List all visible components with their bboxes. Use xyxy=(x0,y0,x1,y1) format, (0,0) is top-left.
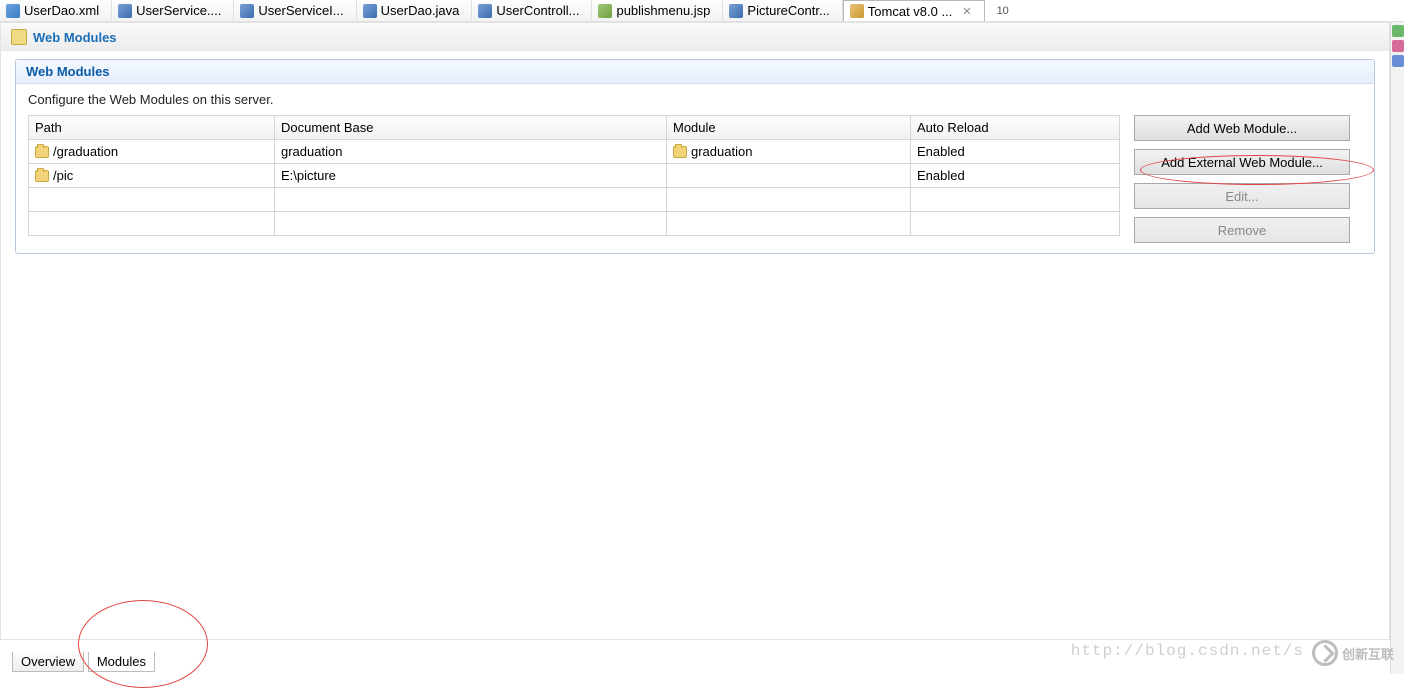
logo-icon xyxy=(1312,640,1338,666)
rt-icon-1[interactable] xyxy=(1392,25,1404,37)
folder-icon xyxy=(35,170,49,182)
column-header[interactable]: Path xyxy=(29,116,275,140)
editor-tab[interactable]: UserDao.java xyxy=(357,0,473,22)
rt-icon-3[interactable] xyxy=(1392,55,1404,67)
tab-label: publishmenu.jsp xyxy=(616,3,710,18)
modules-table[interactable]: PathDocument BaseModuleAuto Reload /grad… xyxy=(28,115,1120,236)
add-external-web-module-button[interactable]: Add External Web Module... xyxy=(1134,149,1350,175)
rt-icon-2[interactable] xyxy=(1392,40,1404,52)
tab-label: UserDao.xml xyxy=(24,3,99,18)
folder-icon xyxy=(35,146,49,158)
tab-overview[interactable]: Overview xyxy=(12,652,84,672)
column-header[interactable]: Auto Reload xyxy=(911,116,1120,140)
table-header-row: PathDocument BaseModuleAuto Reload xyxy=(29,116,1120,140)
tab-label: UserServiceI... xyxy=(258,3,343,18)
table-row-empty xyxy=(29,188,1120,212)
tab-counter: 10 xyxy=(985,5,1009,17)
button-column: Add Web Module... Add External Web Modul… xyxy=(1134,115,1350,243)
tab-label: UserControll... xyxy=(496,3,579,18)
editor-tab[interactable]: UserService.... xyxy=(112,0,234,22)
file-type-icon xyxy=(478,4,492,18)
cell-path: /graduation xyxy=(53,144,118,159)
tab-label: Tomcat v8.0 ... xyxy=(868,4,953,19)
file-type-icon xyxy=(6,4,20,18)
table-row-empty xyxy=(29,212,1120,236)
editor-main: Web Modules Web Modules Configure the We… xyxy=(0,22,1390,640)
table-row[interactable]: /graduation graduation graduation Enabled xyxy=(29,140,1120,164)
column-header[interactable]: Module xyxy=(667,116,911,140)
folder-icon xyxy=(673,146,687,158)
editor-tab[interactable]: PictureContr... xyxy=(723,0,842,22)
add-web-module-button[interactable]: Add Web Module... xyxy=(1134,115,1350,141)
logo-text: 创新互联 xyxy=(1342,644,1394,663)
file-type-icon xyxy=(598,4,612,18)
cell-auto: Enabled xyxy=(911,164,1120,188)
cell-docbase: graduation xyxy=(275,140,667,164)
cell-module: graduation xyxy=(691,144,752,159)
watermark-logo: 创新互联 xyxy=(1312,640,1394,666)
right-toolbar xyxy=(1390,22,1404,674)
editor-tab[interactable]: UserDao.xml xyxy=(0,0,112,22)
close-icon[interactable]: ✕ xyxy=(956,5,971,18)
file-type-icon xyxy=(729,4,743,18)
editor-tab[interactable]: UserServiceI... xyxy=(234,0,356,22)
watermark-url: http://blog.csdn.net/s xyxy=(1071,642,1304,660)
column-header[interactable]: Document Base xyxy=(275,116,667,140)
file-type-icon xyxy=(363,4,377,18)
table-row[interactable]: /pic E:\picture Enabled xyxy=(29,164,1120,188)
tab-label: UserDao.java xyxy=(381,3,460,18)
tab-modules[interactable]: Modules xyxy=(88,652,155,672)
editor-tab[interactable]: Tomcat v8.0 ...✕ xyxy=(843,0,985,22)
cell-path: /pic xyxy=(53,168,73,183)
tab-label: UserService.... xyxy=(136,3,221,18)
remove-button[interactable]: Remove xyxy=(1134,217,1350,243)
editor-tab[interactable]: UserControll... xyxy=(472,0,592,22)
editor-tab[interactable]: publishmenu.jsp xyxy=(592,0,723,22)
cell-auto: Enabled xyxy=(911,140,1120,164)
tab-label: PictureContr... xyxy=(747,3,829,18)
panel-description: Configure the Web Modules on this server… xyxy=(28,92,1362,107)
file-type-icon xyxy=(240,4,254,18)
section-title-bar: Web Modules xyxy=(1,23,1389,51)
edit-button[interactable]: Edit... xyxy=(1134,183,1350,209)
file-type-icon xyxy=(850,4,864,18)
panel-header: Web Modules xyxy=(16,60,1374,84)
file-type-icon xyxy=(118,4,132,18)
cell-docbase: E:\picture xyxy=(275,164,667,188)
web-modules-panel: Web Modules Configure the Web Modules on… xyxy=(15,59,1375,254)
editor-tab-bar: UserDao.xml UserService.... UserServiceI..… xyxy=(0,0,1404,22)
web-module-icon xyxy=(11,29,27,45)
bottom-tab-bar: Overview Modules xyxy=(12,652,155,674)
section-title: Web Modules xyxy=(33,30,117,45)
